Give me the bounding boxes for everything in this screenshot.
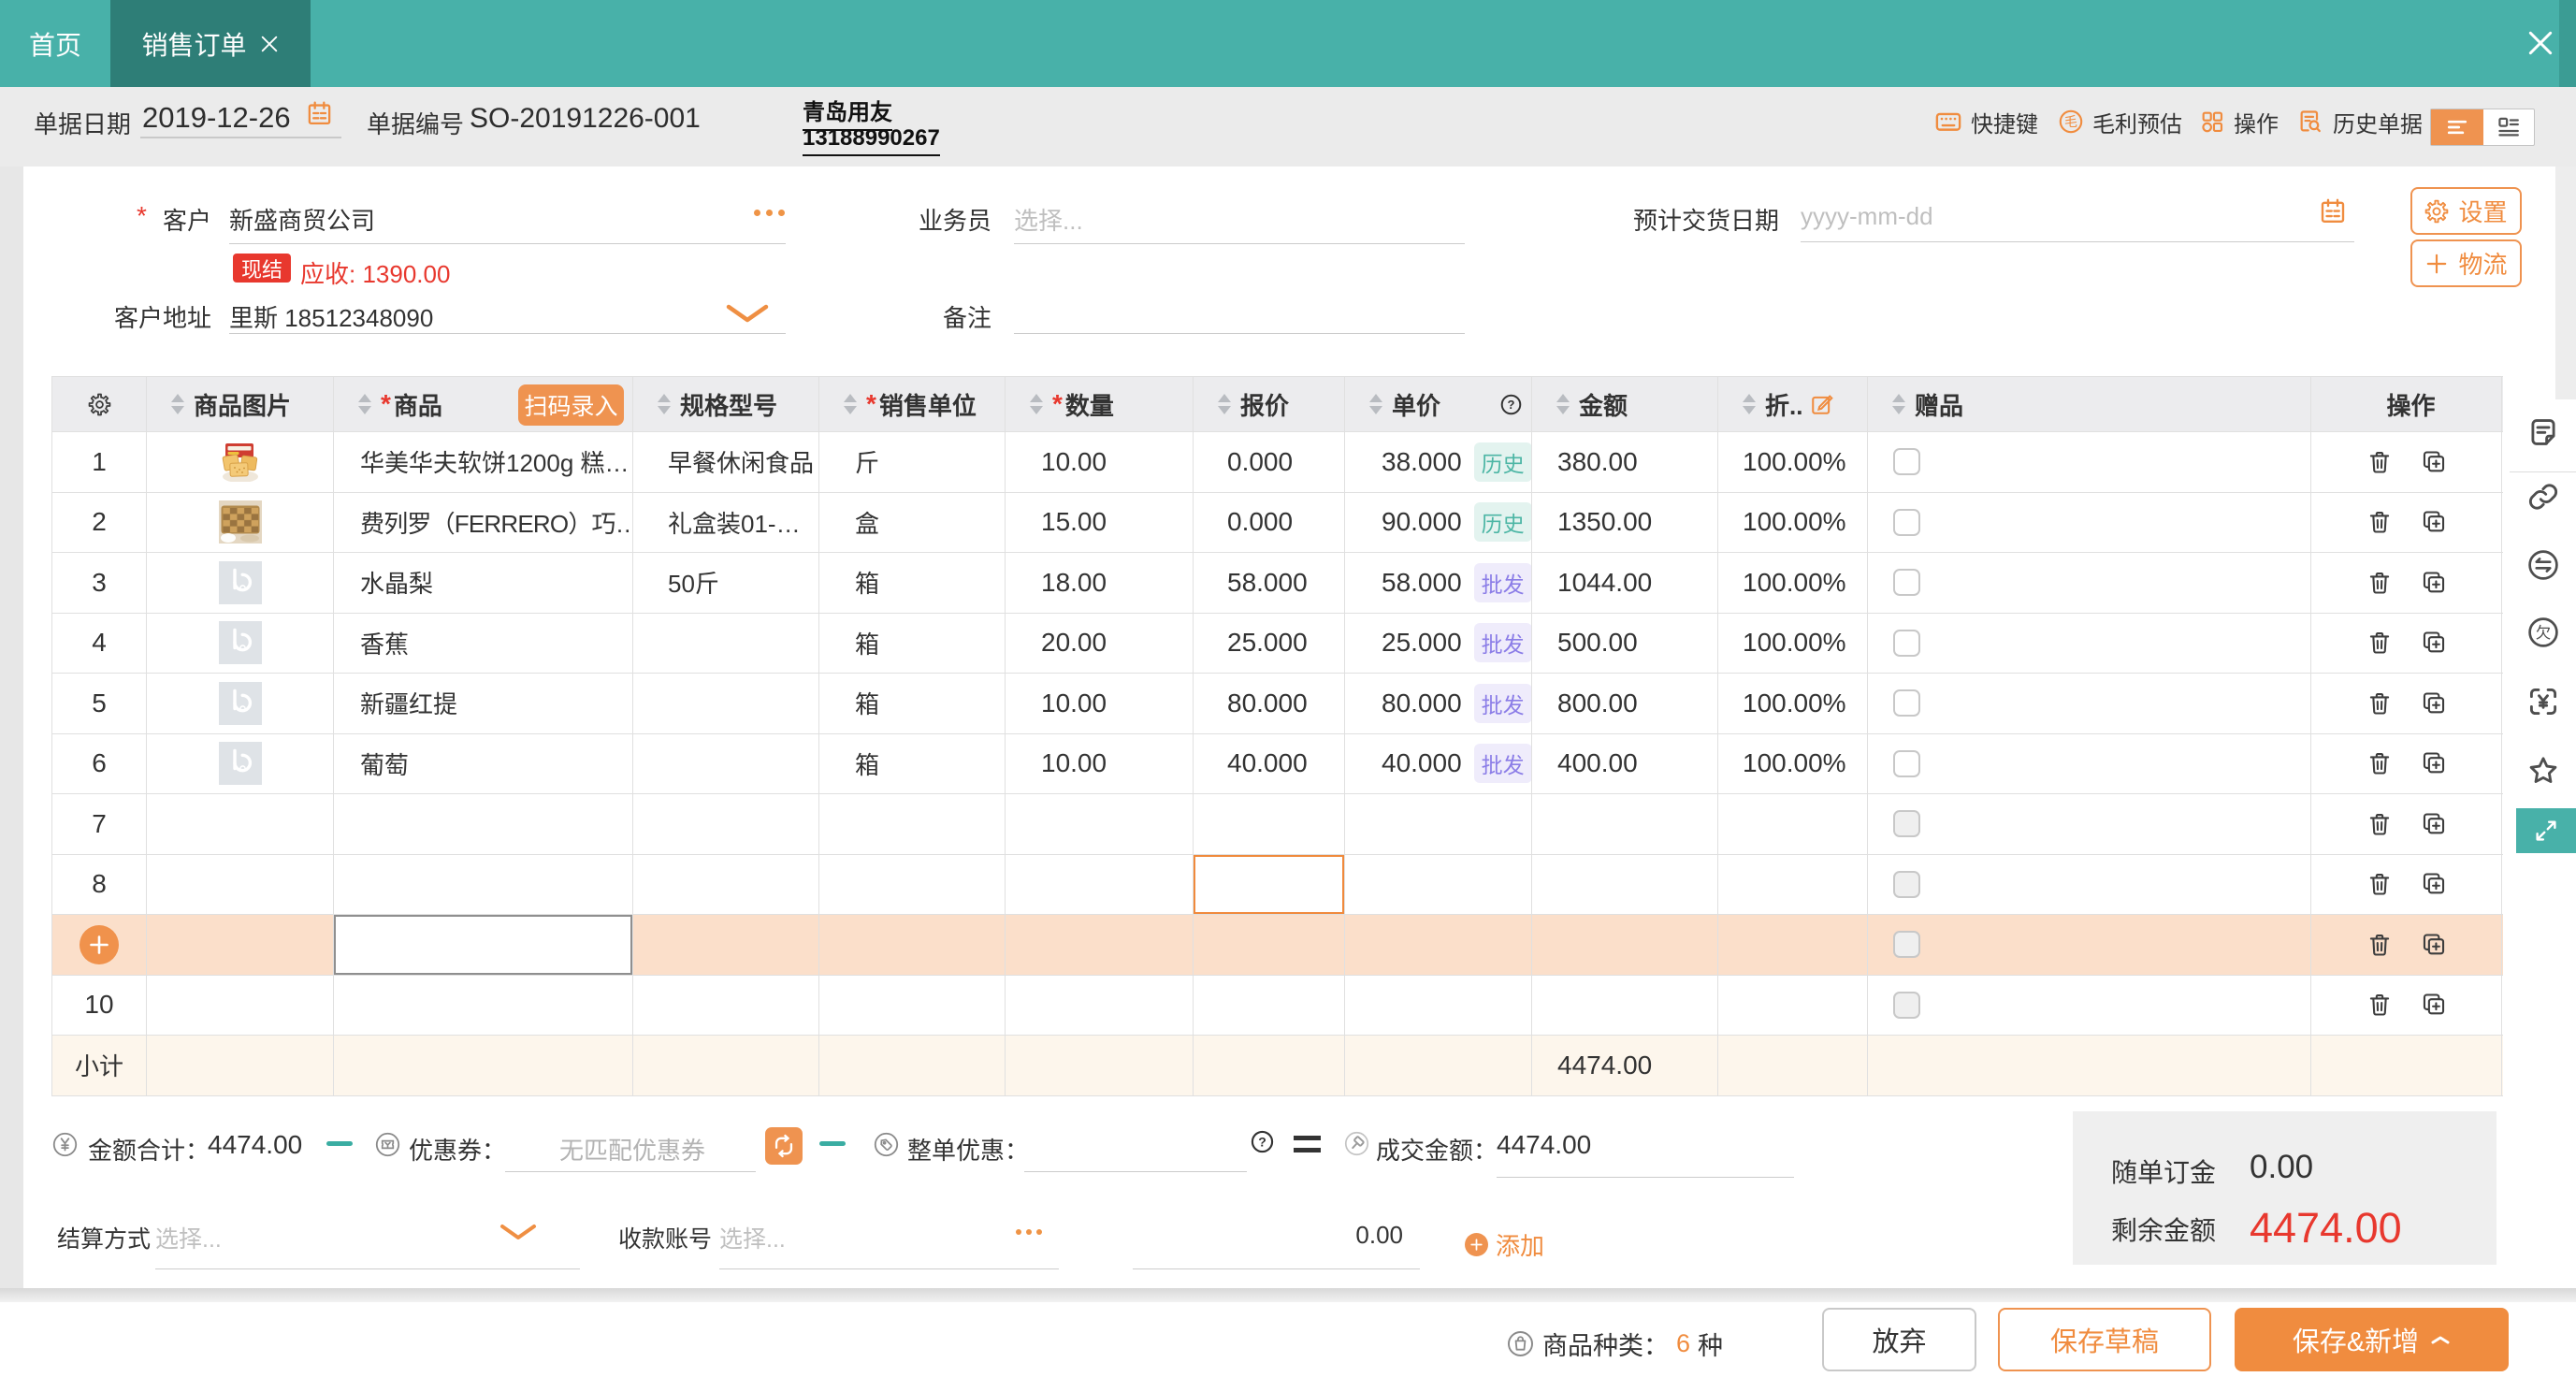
svg-text:?: ? — [1258, 1134, 1266, 1149]
svg-text:欠: 欠 — [2536, 624, 2552, 642]
svg-text:?: ? — [1508, 398, 1515, 412]
svg-text:毛: 毛 — [2064, 114, 2077, 129]
